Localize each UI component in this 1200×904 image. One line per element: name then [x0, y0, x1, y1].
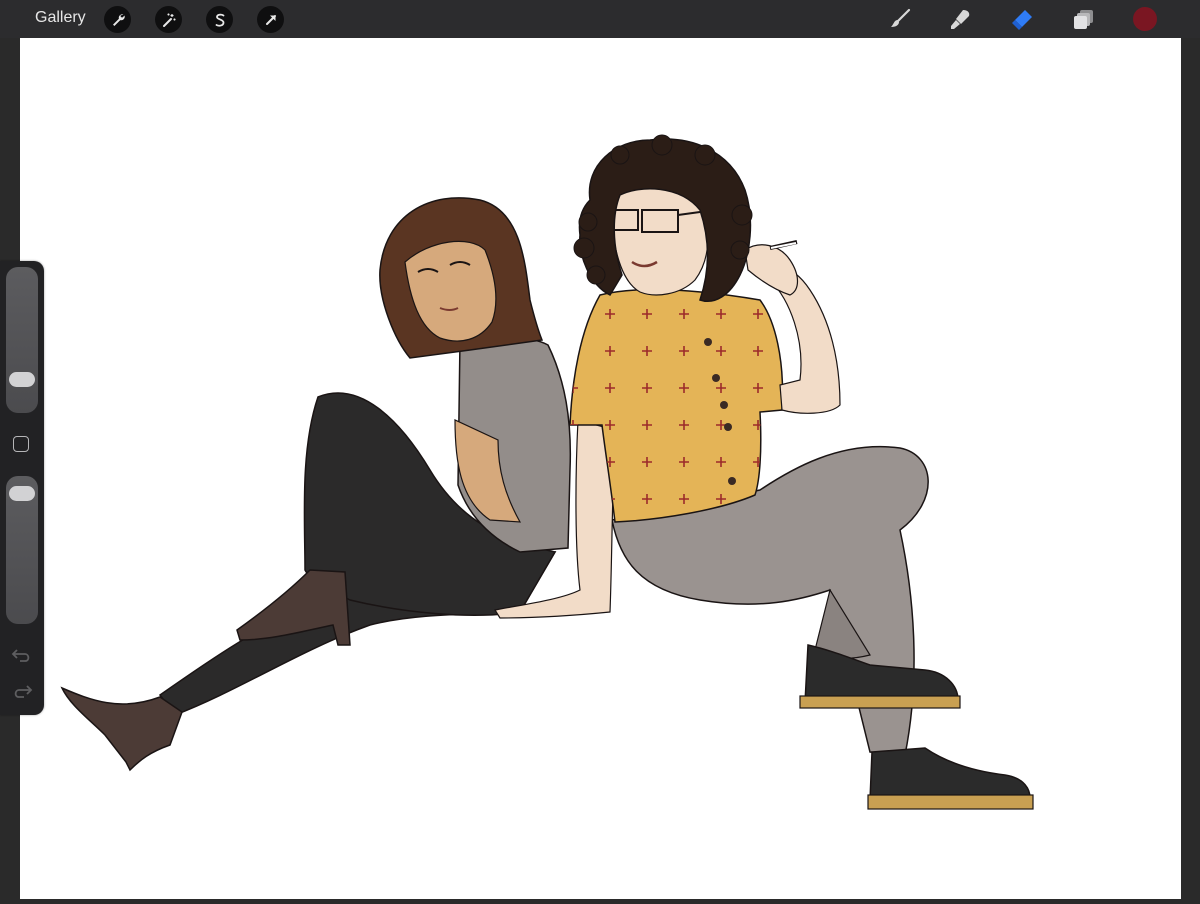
undo-icon[interactable]	[11, 646, 33, 664]
selection-button[interactable]	[206, 6, 233, 33]
right-woman-hand	[744, 244, 799, 296]
transform-arrow-icon	[265, 14, 276, 25]
brush-size-slider[interactable]	[6, 267, 38, 413]
drawing-canvas[interactable]	[20, 38, 1181, 899]
modify-button[interactable]	[13, 436, 29, 452]
opacity-slider[interactable]	[6, 476, 38, 624]
eraser-icon[interactable]	[1010, 7, 1034, 31]
left-sidebar	[0, 261, 44, 715]
brush-icon[interactable]	[888, 7, 912, 31]
top-toolbar: Gallery	[0, 0, 1200, 38]
redo-icon[interactable]	[11, 682, 33, 700]
selection-icon	[215, 13, 224, 27]
left-woman-boot-back	[60, 686, 183, 772]
transform-button[interactable]	[257, 6, 284, 33]
wrench-icon	[112, 13, 125, 26]
smudge-icon[interactable]	[949, 7, 973, 31]
gallery-button[interactable]: Gallery	[35, 9, 86, 27]
right-woman-boot-front	[869, 747, 1031, 801]
opacity-knob[interactable]	[9, 485, 35, 501]
magic-wand-icon	[162, 13, 175, 27]
adjustments-button[interactable]	[155, 6, 182, 33]
color-swatch[interactable]	[1133, 7, 1157, 31]
artwork	[60, 134, 1034, 810]
layers-icon[interactable]	[1072, 7, 1096, 31]
brush-size-knob[interactable]	[9, 372, 35, 388]
actions-button[interactable]	[104, 6, 131, 33]
